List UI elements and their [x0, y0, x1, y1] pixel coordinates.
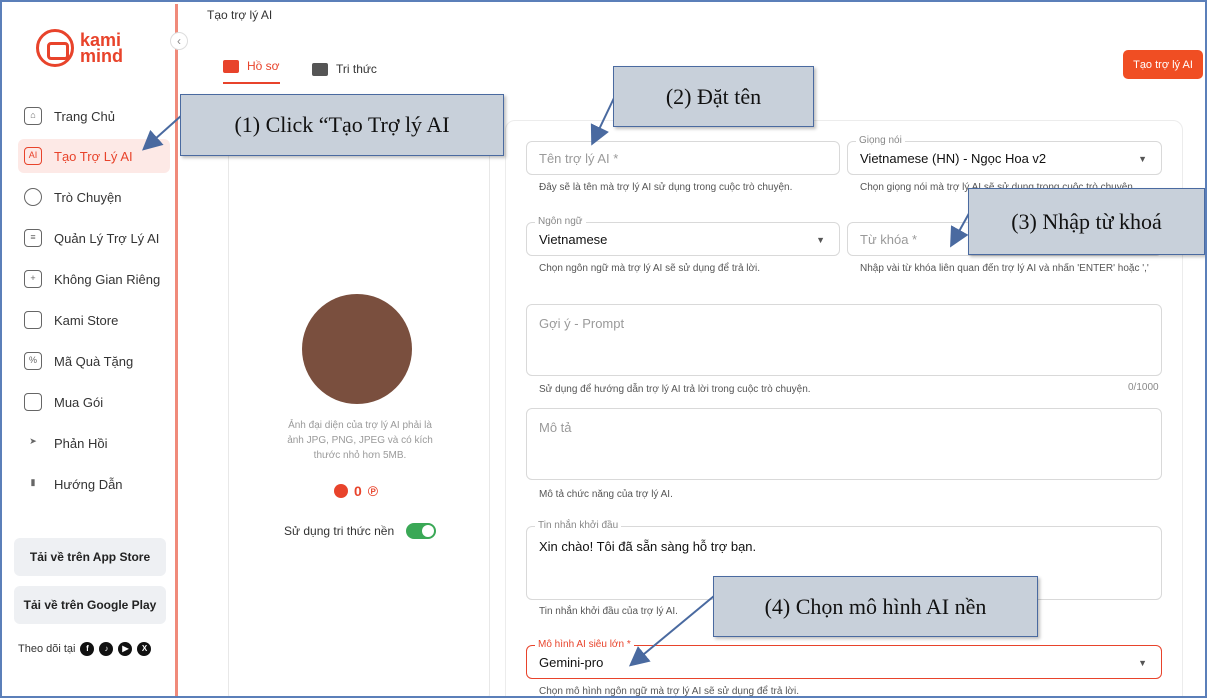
app-window: kami mind ⌂ Trang Chủ AI Tạo Trợ Lý AI T… [0, 0, 1207, 698]
callout-step3: (3) Nhập từ khoá [968, 188, 1205, 255]
callout-step2: (2) Đặt tên [613, 66, 814, 127]
callout-step1: (1) Click “Tạo Trợ lý AI [180, 94, 504, 156]
arrow-step2 [590, 97, 615, 146]
arrow-step4 [628, 595, 715, 667]
arrow-step1 [142, 114, 183, 151]
collapse-sidebar-button[interactable]: ‹ [170, 32, 188, 50]
callout-step4: (4) Chọn mô hình AI nền [713, 576, 1038, 637]
